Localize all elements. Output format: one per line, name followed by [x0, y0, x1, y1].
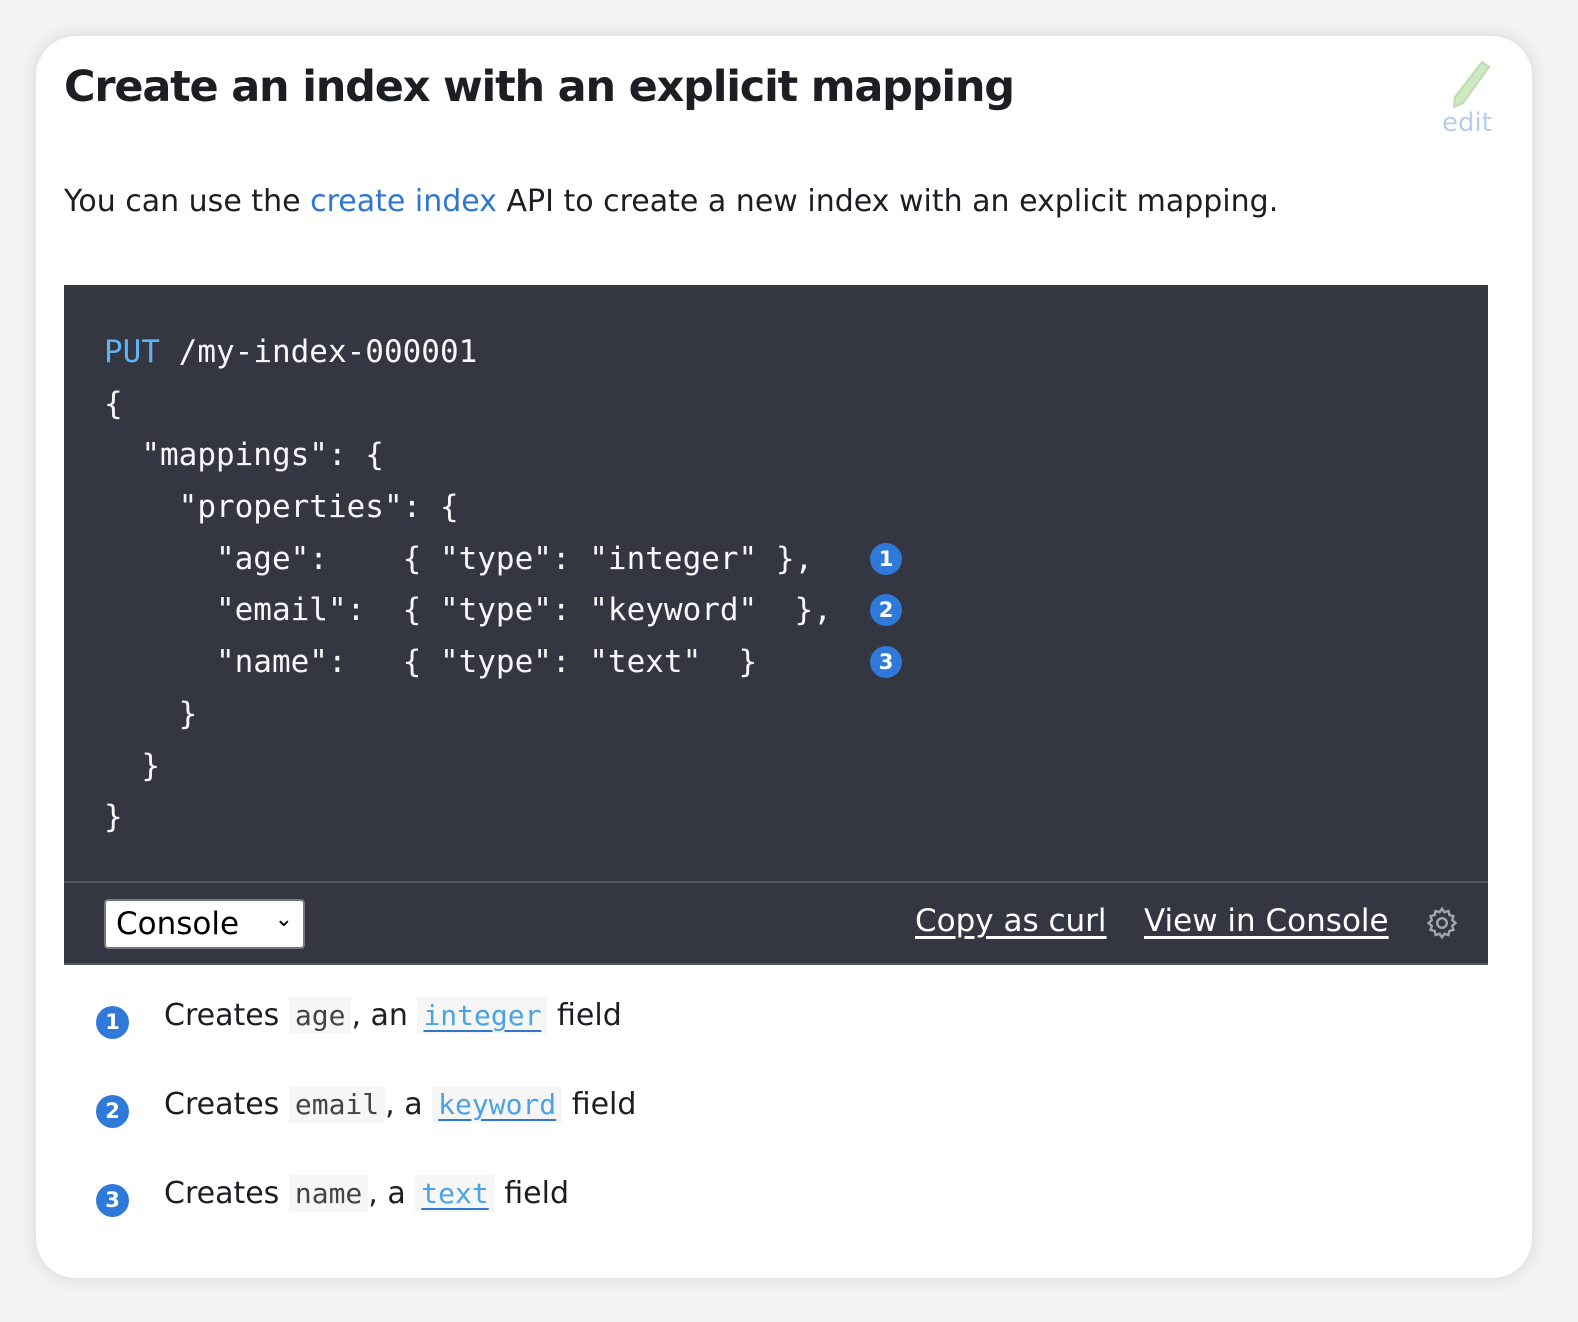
code-line-text: } [104, 799, 123, 836]
code-line: { [104, 379, 832, 431]
callout-mid: , a [385, 1087, 433, 1122]
field-type-link[interactable]: keyword [438, 1088, 556, 1121]
callout-text: Creates name, a text field [164, 1175, 570, 1212]
code-line: "email": { "type": "keyword" }, 2 [104, 585, 902, 637]
code-line: "properties": { [104, 482, 832, 534]
view-in-console-link[interactable]: View in Console [1144, 903, 1389, 939]
code-line: "age": { "type": "integer" }, 1 [104, 534, 902, 586]
callout-mid: , an [351, 998, 418, 1033]
request-path: /my-index-000001 [160, 334, 478, 370]
code-line: } [104, 741, 832, 793]
code-line: "mappings": { [104, 430, 832, 482]
callout-badge: 2 [870, 594, 902, 627]
code-line: "name": { "type": "text" } 3 [104, 637, 902, 689]
callout-pre: Creates [164, 1087, 289, 1122]
doc-card: Create an index with an explicit mapping… [36, 36, 1532, 1278]
callout-post: field [562, 1087, 637, 1122]
code-line-text: "properties": { [104, 489, 459, 526]
code-line: } [104, 689, 832, 741]
language-select[interactable]: Console ⌄ [104, 899, 305, 949]
page-title: Create an index with an explicit mapping [64, 62, 1015, 112]
code-line-text: "email": { "type": "keyword" }, [104, 592, 832, 629]
edit-label: edit [1442, 108, 1492, 138]
field-type-link[interactable]: text [421, 1177, 488, 1210]
code-line-text: { [104, 385, 123, 422]
field-type-link[interactable]: integer [423, 999, 541, 1032]
callout-badge: 1 [96, 1006, 129, 1039]
copy-as-curl-link[interactable]: Copy as curl [915, 903, 1107, 939]
code-line-text: } [104, 695, 198, 732]
callout-badge: 3 [870, 646, 902, 679]
callout-post: field [547, 998, 622, 1033]
callout-pre: Creates [164, 998, 289, 1033]
code-toolbar: Console ⌄ Copy as curl View in Console [64, 881, 1488, 965]
callout-text: Creates email, a keyword field [164, 1086, 637, 1123]
code-line: } [104, 792, 832, 844]
callout-badge: 1 [870, 542, 902, 575]
callout-post: field [494, 1176, 570, 1211]
edit-link[interactable]: edit [1442, 58, 1492, 138]
callout-pre: Creates [164, 1176, 289, 1211]
intro-text: You can use the create index API to crea… [64, 184, 1278, 219]
field-name: name [288, 1175, 369, 1212]
callout-badge: 2 [96, 1095, 129, 1128]
code-snippet: PUT /my-index-000001 { "mappings": { "pro… [104, 327, 902, 844]
callout-badge: 3 [96, 1184, 129, 1217]
create-index-link[interactable]: create index [310, 184, 497, 219]
code-line-text: "age": { "type": "integer" }, [104, 540, 814, 577]
select-value: Console [116, 906, 240, 942]
intro-after: API to create a new index with an explic… [496, 184, 1279, 219]
intro-before: You can use the [64, 184, 311, 219]
code-line-text: "mappings": { [104, 437, 384, 474]
callout-text: Creates age, an integer field [164, 997, 622, 1034]
field-name: email [288, 1086, 386, 1123]
pencil-icon [1452, 60, 1491, 108]
code-line-text: "name": { "type": "text" } [104, 644, 758, 681]
code-line-text: } [104, 747, 160, 784]
chevron-down-icon: ⌄ [274, 907, 293, 932]
code-block: PUT /my-index-000001 { "mappings": { "pro… [64, 285, 1488, 965]
gear-icon[interactable] [1424, 905, 1460, 941]
field-name: age [288, 997, 352, 1034]
callout-mid: , a [368, 1176, 416, 1211]
http-method: PUT [104, 334, 160, 370]
